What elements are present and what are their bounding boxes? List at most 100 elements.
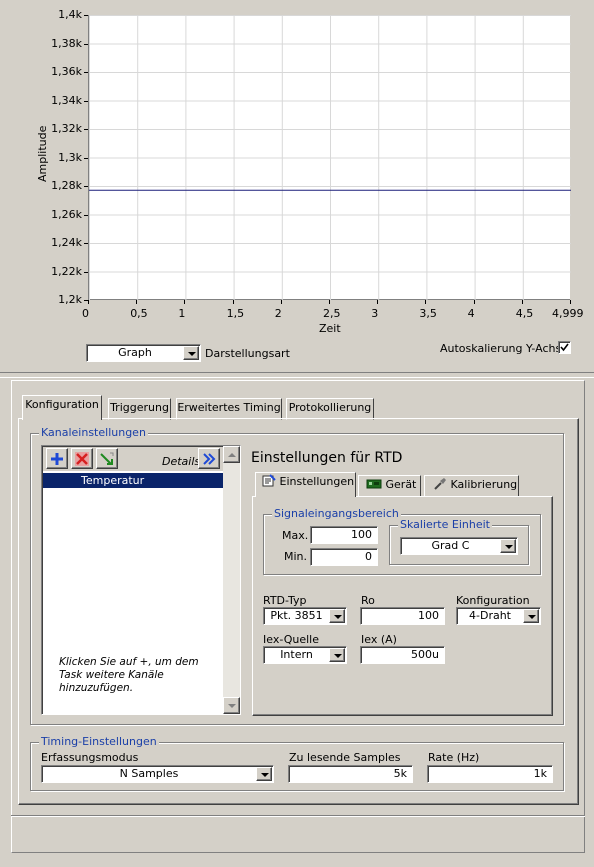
graph-panel: 1,4k 1,38k 1,36k 1,34k 1,32k 1,3k 1,28k 1,26k 1,… <box>0 0 594 372</box>
y-tick-label: 1,24k <box>51 236 82 249</box>
x-tick-mark <box>329 300 330 304</box>
rate-label: Rate (Hz) <box>428 751 480 764</box>
tab-triggerung[interactable]: Triggerung <box>108 398 171 420</box>
channel-settings-title: Kanaleinstellungen <box>39 426 148 439</box>
y-tick-label: 1,2k <box>58 293 82 306</box>
display-mode-label: Darstellungsart <box>205 347 290 360</box>
x-tick-label: 2,5 <box>323 307 341 320</box>
y-tick-mark <box>84 15 88 16</box>
x-tick-label: 1,5 <box>226 307 245 320</box>
rtd-heading: Einstellungen für RTD <box>251 450 403 466</box>
y-tick-label: 1,26k <box>51 207 82 221</box>
x-tick-mark <box>184 300 186 304</box>
x-tick-mark <box>473 300 475 304</box>
channel-list-item[interactable]: Temperatur <box>43 473 223 488</box>
iex-source-label: Iex-Quelle <box>263 633 319 646</box>
max-label: Max. <box>282 529 309 542</box>
x-tick-mark <box>521 300 523 304</box>
autoscale-checkbox[interactable] <box>558 341 571 354</box>
chevron-down-icon[interactable] <box>329 609 345 623</box>
display-mode-value: Graph <box>118 346 152 359</box>
subtab-kalibrierung-label: Kalibrierung <box>450 478 518 491</box>
x-tick-label: 4 <box>467 307 475 320</box>
samples-input[interactable]: 5k <box>288 765 413 783</box>
tab-konfiguration[interactable]: Konfiguration <box>22 395 102 420</box>
min-input[interactable]: 0 <box>310 548 378 566</box>
scaled-unit-value: Grad C <box>431 539 470 552</box>
config-label: Konfiguration <box>456 594 530 607</box>
samples-label: Zu lesende Samples <box>289 751 401 764</box>
y-tick-label: 1,36k <box>51 65 82 78</box>
panel-divider <box>0 372 594 378</box>
subtab-einstellungen-label: Einstellungen <box>279 475 355 488</box>
rate-input[interactable]: 1k <box>427 765 553 783</box>
channel-list-scrollbar[interactable] <box>223 446 240 714</box>
chevron-down-icon[interactable] <box>329 648 345 662</box>
chevron-down-icon[interactable] <box>256 767 272 781</box>
x-tick-label: 3 <box>371 307 379 320</box>
x-tick-label: 2 <box>274 307 282 320</box>
delete-icon <box>75 452 89 466</box>
chevron-down-icon[interactable] <box>523 609 539 623</box>
subtab-kalibrierung[interactable]: Kalibrierung <box>424 475 519 497</box>
iex-input[interactable]: 500u <box>360 646 445 664</box>
tab-protokollierung[interactable]: Protokollierung <box>286 398 374 420</box>
iex-source-value: Intern <box>280 648 313 661</box>
chevron-down-icon[interactable] <box>500 539 516 553</box>
acquisition-mode-value: N Samples <box>119 767 179 780</box>
plot-svg <box>89 15 571 300</box>
config-value: 4-Draht <box>469 609 511 622</box>
y-tick-mark <box>84 72 88 73</box>
x-tick-mark <box>280 300 282 304</box>
rtd-type-value: Pkt. 3851 <box>270 609 323 622</box>
scroll-down-button[interactable] <box>223 697 240 714</box>
remove-channel-button[interactable] <box>71 448 93 469</box>
y-tick-label: 1,3k <box>58 150 82 164</box>
arrow-swap-icon <box>100 452 114 465</box>
x-tick-mark <box>232 300 234 304</box>
timing-settings-title: Timing-Einstellungen <box>39 735 159 748</box>
autoscale-label: Autoskalierung Y-Achse <box>440 342 569 355</box>
x-tick-label: 3,5 <box>419 307 437 320</box>
scroll-up-button[interactable] <box>223 446 240 463</box>
x-tick-label: 4,999 <box>552 307 584 320</box>
y-tick-label: 1,22k <box>51 264 82 278</box>
max-input[interactable]: 100 <box>310 526 378 544</box>
swap-channel-button[interactable] <box>96 448 118 469</box>
y-tick-label: 1,38k <box>51 36 82 50</box>
chevron-down-icon[interactable] <box>183 346 199 360</box>
iex-label: Iex (A) <box>361 633 397 646</box>
details-button[interactable] <box>198 448 220 469</box>
check-icon <box>560 343 569 352</box>
subtab-geraet[interactable]: Gerät <box>358 475 421 497</box>
y-tick-label: 1,32k <box>51 122 82 135</box>
config-select[interactable]: 4-Draht <box>456 607 541 625</box>
y-tick-mark <box>84 243 88 244</box>
tab-erweitertes-timing[interactable]: Erweitertes Timing <box>176 398 282 420</box>
y-tick-mark <box>84 100 88 102</box>
x-tick-label: 0 <box>82 307 89 320</box>
plot-area <box>88 15 571 300</box>
ro-input[interactable]: 100 <box>360 607 445 625</box>
y-tick-mark <box>84 129 88 130</box>
subtab-einstellungen[interactable]: Einstellungen <box>255 472 356 497</box>
acquisition-mode-select[interactable]: N Samples <box>41 765 274 783</box>
y-tick-mark <box>84 43 88 45</box>
x-tick-label: 0,5 <box>130 307 148 320</box>
iex-source-select[interactable]: Intern <box>263 646 347 664</box>
settings-sheet-icon <box>262 474 276 487</box>
y-tick-mark <box>84 214 88 216</box>
double-chevron-right-icon <box>203 453 216 465</box>
y-tick-mark <box>84 186 88 187</box>
x-axis-label: Zeit <box>319 322 341 335</box>
x-tick-mark <box>377 300 379 304</box>
add-channel-button[interactable] <box>46 448 68 469</box>
display-mode-select[interactable]: Graph <box>86 344 201 362</box>
scaled-unit-select[interactable]: Grad C <box>400 537 518 555</box>
x-tick-label: 4,5 <box>515 307 534 320</box>
min-label: Min. <box>284 550 308 563</box>
y-tick-label: 1,28k <box>51 179 82 192</box>
details-label: Details <box>162 455 201 468</box>
y-tick-label: 1,4k <box>58 8 82 21</box>
rtd-type-select[interactable]: Pkt. 3851 <box>263 607 347 625</box>
